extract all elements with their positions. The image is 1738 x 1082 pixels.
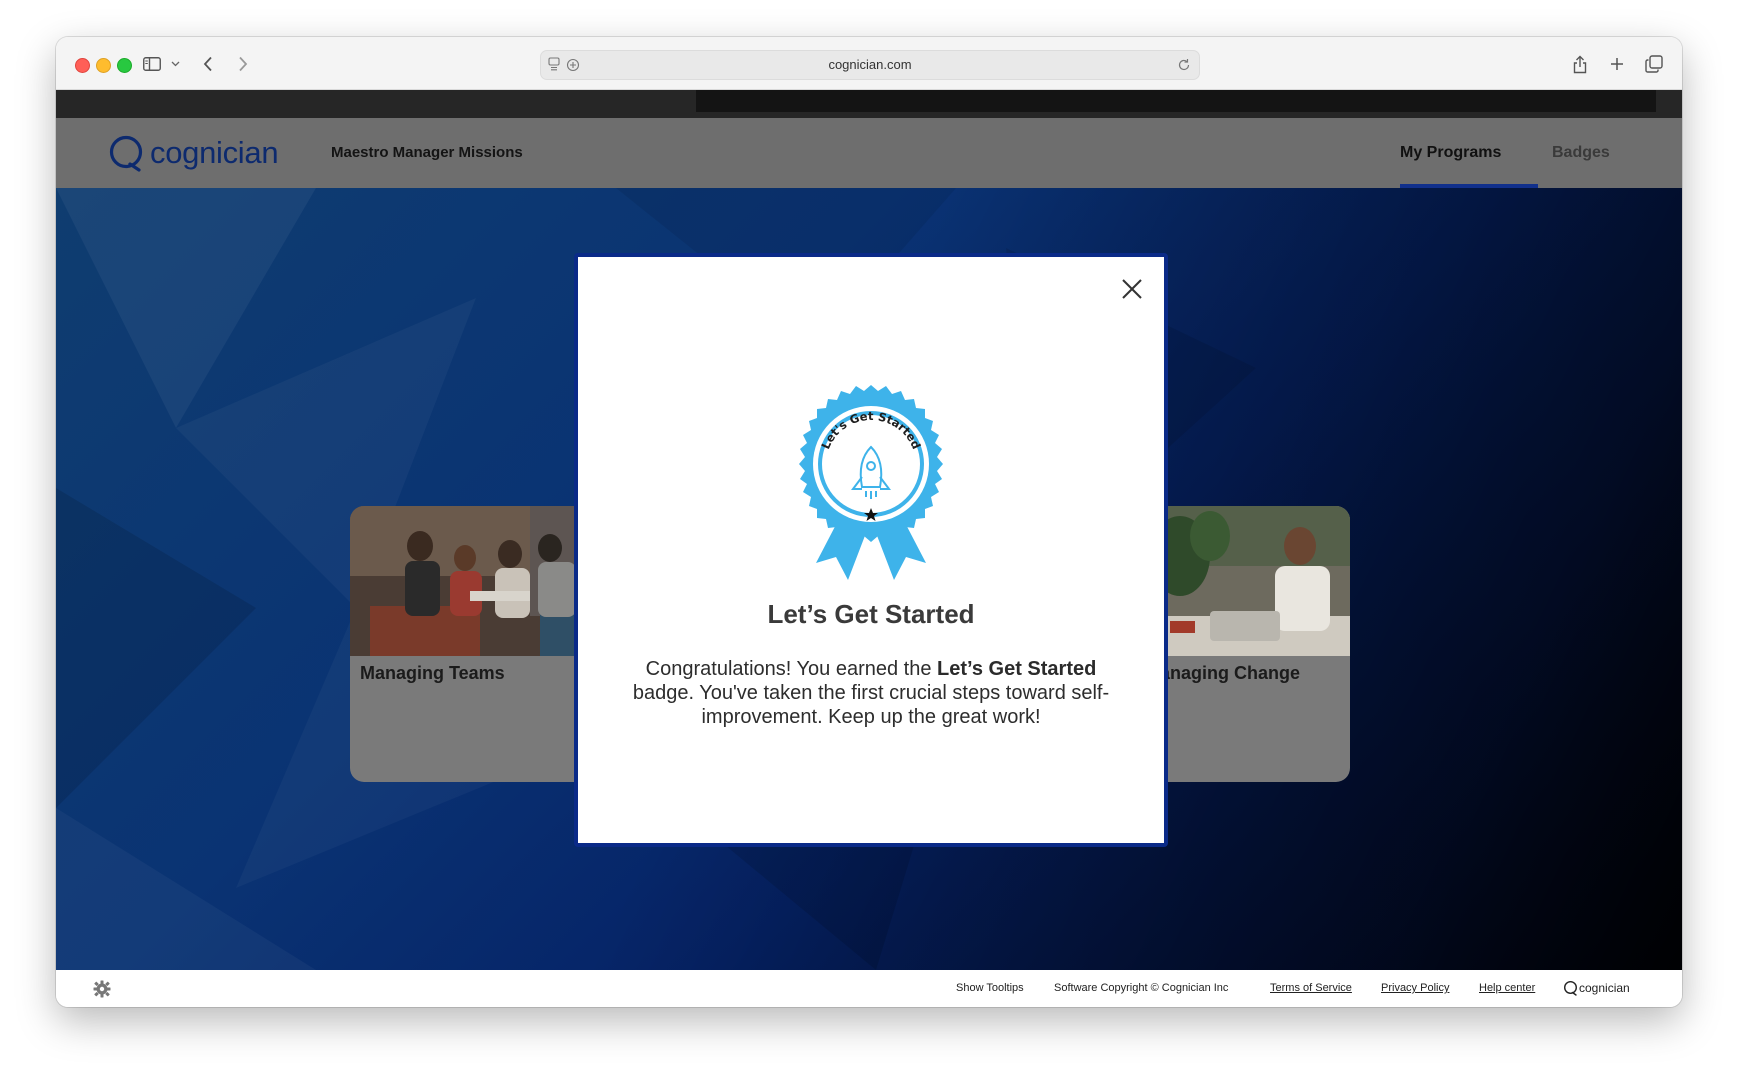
footer-logo-text: cognician: [1579, 981, 1630, 995]
tab-my-programs[interactable]: My Programs: [1400, 118, 1501, 188]
web-page: cognician Maestro Manager Missions My Pr…: [56, 90, 1682, 970]
back-icon[interactable]: [196, 50, 220, 78]
modal-message: Congratulations! You earned the Let’s Ge…: [618, 657, 1124, 729]
zoom-window-button[interactable]: [117, 58, 132, 73]
program-title-link[interactable]: Maestro Manager Missions: [331, 118, 523, 188]
program-card-managing-change[interactable]: anaging Change: [1150, 506, 1350, 782]
address-bar[interactable]: cognician.com: [540, 50, 1200, 80]
site-header: cognician Maestro Manager Missions My Pr…: [56, 118, 1682, 188]
top-strip: [56, 90, 1682, 118]
cognician-logo[interactable]: cognician: [108, 134, 279, 172]
new-tab-icon[interactable]: [1605, 50, 1629, 78]
close-icon[interactable]: [1118, 275, 1146, 303]
browser-toolbar: cognician.com: [56, 37, 1682, 90]
tab-badges[interactable]: Badges: [1552, 118, 1610, 188]
copyright-text: Software Copyright © Cognician Inc: [1054, 982, 1229, 994]
tab-overview-icon[interactable]: [1642, 50, 1666, 78]
forward-icon[interactable]: [231, 50, 255, 78]
url-text: cognician.com: [828, 57, 912, 72]
help-center-link[interactable]: Help center: [1479, 970, 1535, 1007]
share-icon[interactable]: [1568, 50, 1592, 78]
cognician-logo-icon: [1563, 980, 1578, 996]
message-suffix: badge. You've taken the first crucial st…: [632, 682, 1110, 728]
message-prefix: Congratulations! You earned the: [645, 658, 938, 680]
reload-icon[interactable]: [1177, 58, 1191, 77]
show-tooltips-link[interactable]: Show Tooltips: [956, 970, 1024, 1007]
footer-logo[interactable]: cognician: [1563, 980, 1630, 996]
message-badge-name: Let’s Get Started: [937, 658, 1097, 680]
card-title: Managing Teams: [360, 663, 505, 683]
lets-get-started-badge: Let's Get Started: [786, 385, 956, 585]
chevron-down-icon[interactable]: [168, 50, 182, 78]
man-at-laptop-photo: [1150, 506, 1350, 656]
modal-title: Let’s Get Started: [767, 599, 975, 629]
terms-of-service-link[interactable]: Terms of Service: [1270, 970, 1352, 1007]
badge-icon: Let's Get Started: [799, 385, 943, 580]
site-footer: Show Tooltips Software Copyright © Cogni…: [56, 970, 1682, 1007]
sidebar-toggle-icon[interactable]: [140, 50, 164, 78]
cognician-logo-icon: [109, 135, 143, 172]
minimize-window-button[interactable]: [96, 58, 111, 73]
browser-window: cognician.com cognician Maestro Manager …: [56, 37, 1682, 1007]
gear-icon[interactable]: [93, 980, 111, 998]
privacy-policy-link[interactable]: Privacy Policy: [1381, 970, 1449, 1007]
logo-text: cognician: [150, 135, 279, 170]
card-title: anaging Change: [1160, 663, 1301, 683]
badge-earned-dialog: Let's Get Started Let’s Get Started Cong…: [578, 257, 1164, 843]
close-window-button[interactable]: [75, 58, 90, 73]
